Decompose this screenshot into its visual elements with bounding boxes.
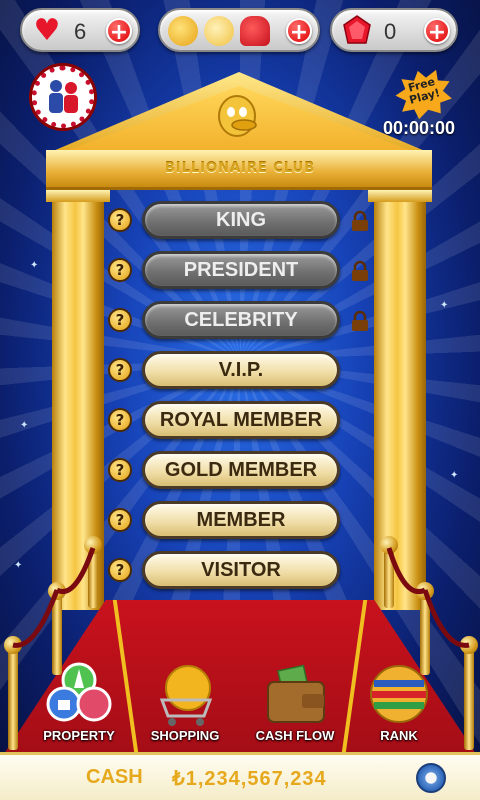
- friends-bar[interactable]: +: [158, 8, 320, 52]
- sparkle-icon: ✦: [440, 300, 449, 311]
- level-button[interactable]: ROYAL MEMBER: [142, 401, 340, 439]
- lion-avatar-icon: [204, 16, 234, 46]
- cash-label: CASH: [86, 766, 143, 788]
- people-icon: [49, 80, 78, 113]
- ruby-gem-icon: [343, 15, 371, 44]
- property-icon: [46, 662, 112, 722]
- level-button[interactable]: V.I.P.: [142, 351, 340, 389]
- help-icon[interactable]: ?: [108, 358, 132, 382]
- red-cap-icon: [240, 16, 270, 46]
- sparkle-icon: ✦: [20, 420, 29, 431]
- help-icon[interactable]: ?: [108, 308, 132, 332]
- level-button[interactable]: MEMBER: [142, 501, 340, 539]
- settings-gear-icon[interactable]: [416, 763, 446, 793]
- level-row: ? MEMBER: [104, 501, 380, 541]
- property-button[interactable]: PROPERTY: [34, 660, 124, 750]
- lock-icon: [352, 210, 368, 231]
- rank-label: RANK: [380, 728, 418, 743]
- hearts-counter: ♥ 6 +: [20, 8, 140, 52]
- add-friend-button[interactable]: +: [286, 18, 312, 45]
- level-row: ? GOLD MEMBER: [104, 451, 380, 491]
- add-gems-button[interactable]: +: [424, 18, 450, 45]
- top-bar: ♥ 6 + + 0 +: [0, 8, 480, 54]
- gems-count: 0: [384, 19, 397, 44]
- level-row: ? ROYAL MEMBER: [104, 401, 380, 441]
- add-hearts-button[interactable]: +: [106, 18, 132, 45]
- cash-flow-button[interactable]: CASH FLOW: [250, 660, 340, 750]
- level-row: ? PRESIDENT: [104, 251, 380, 291]
- heart-icon: ♥: [33, 13, 61, 48]
- sparkle-icon: ✦: [30, 260, 39, 271]
- wallet-icon: [267, 664, 325, 723]
- club-members-button[interactable]: [32, 66, 94, 128]
- level-row: ? V.I.P.: [104, 351, 380, 391]
- hearts-count: 6: [74, 19, 87, 44]
- cash-value: ₺1,234,567,234: [172, 768, 327, 790]
- shopping-label: SHOPPING: [150, 728, 220, 743]
- rank-button[interactable]: RANK: [354, 660, 444, 750]
- level-row: ? KING: [104, 201, 380, 241]
- level-button[interactable]: VISITOR: [142, 551, 340, 589]
- level-button[interactable]: GOLD MEMBER: [142, 451, 340, 489]
- lock-icon: [352, 310, 368, 331]
- help-icon[interactable]: ?: [108, 408, 132, 432]
- level-row: ? VISITOR: [104, 551, 380, 591]
- level-button[interactable]: PRESIDENT: [142, 251, 340, 289]
- lock-icon: [352, 260, 368, 281]
- club-title: BILLIONAIRE CLUB: [164, 161, 316, 176]
- globe-flags-icon: [370, 665, 428, 723]
- sparkle-icon: ✦: [450, 470, 459, 481]
- help-icon[interactable]: ?: [108, 258, 132, 282]
- free-play-timer: 00:00:00: [383, 118, 456, 138]
- level-button[interactable]: CELEBRITY: [142, 301, 340, 339]
- level-button[interactable]: KING: [142, 201, 340, 239]
- shopping-button[interactable]: SHOPPING: [140, 660, 230, 750]
- help-icon[interactable]: ?: [108, 558, 132, 582]
- cash-flow-label: CASH FLOW: [255, 728, 335, 743]
- gems-counter: 0 +: [330, 8, 458, 52]
- level-row: ? CELEBRITY: [104, 301, 380, 341]
- duck-mascot-icon: [218, 95, 257, 137]
- help-icon[interactable]: ?: [108, 458, 132, 482]
- cash-bar: CASH ₺1,234,567,234: [0, 752, 480, 800]
- help-icon[interactable]: ?: [108, 508, 132, 532]
- property-label: PROPERTY: [43, 728, 115, 743]
- duck-avatar-icon: [168, 16, 198, 46]
- help-icon[interactable]: ?: [108, 208, 132, 232]
- shopping-cart-icon: [159, 665, 213, 726]
